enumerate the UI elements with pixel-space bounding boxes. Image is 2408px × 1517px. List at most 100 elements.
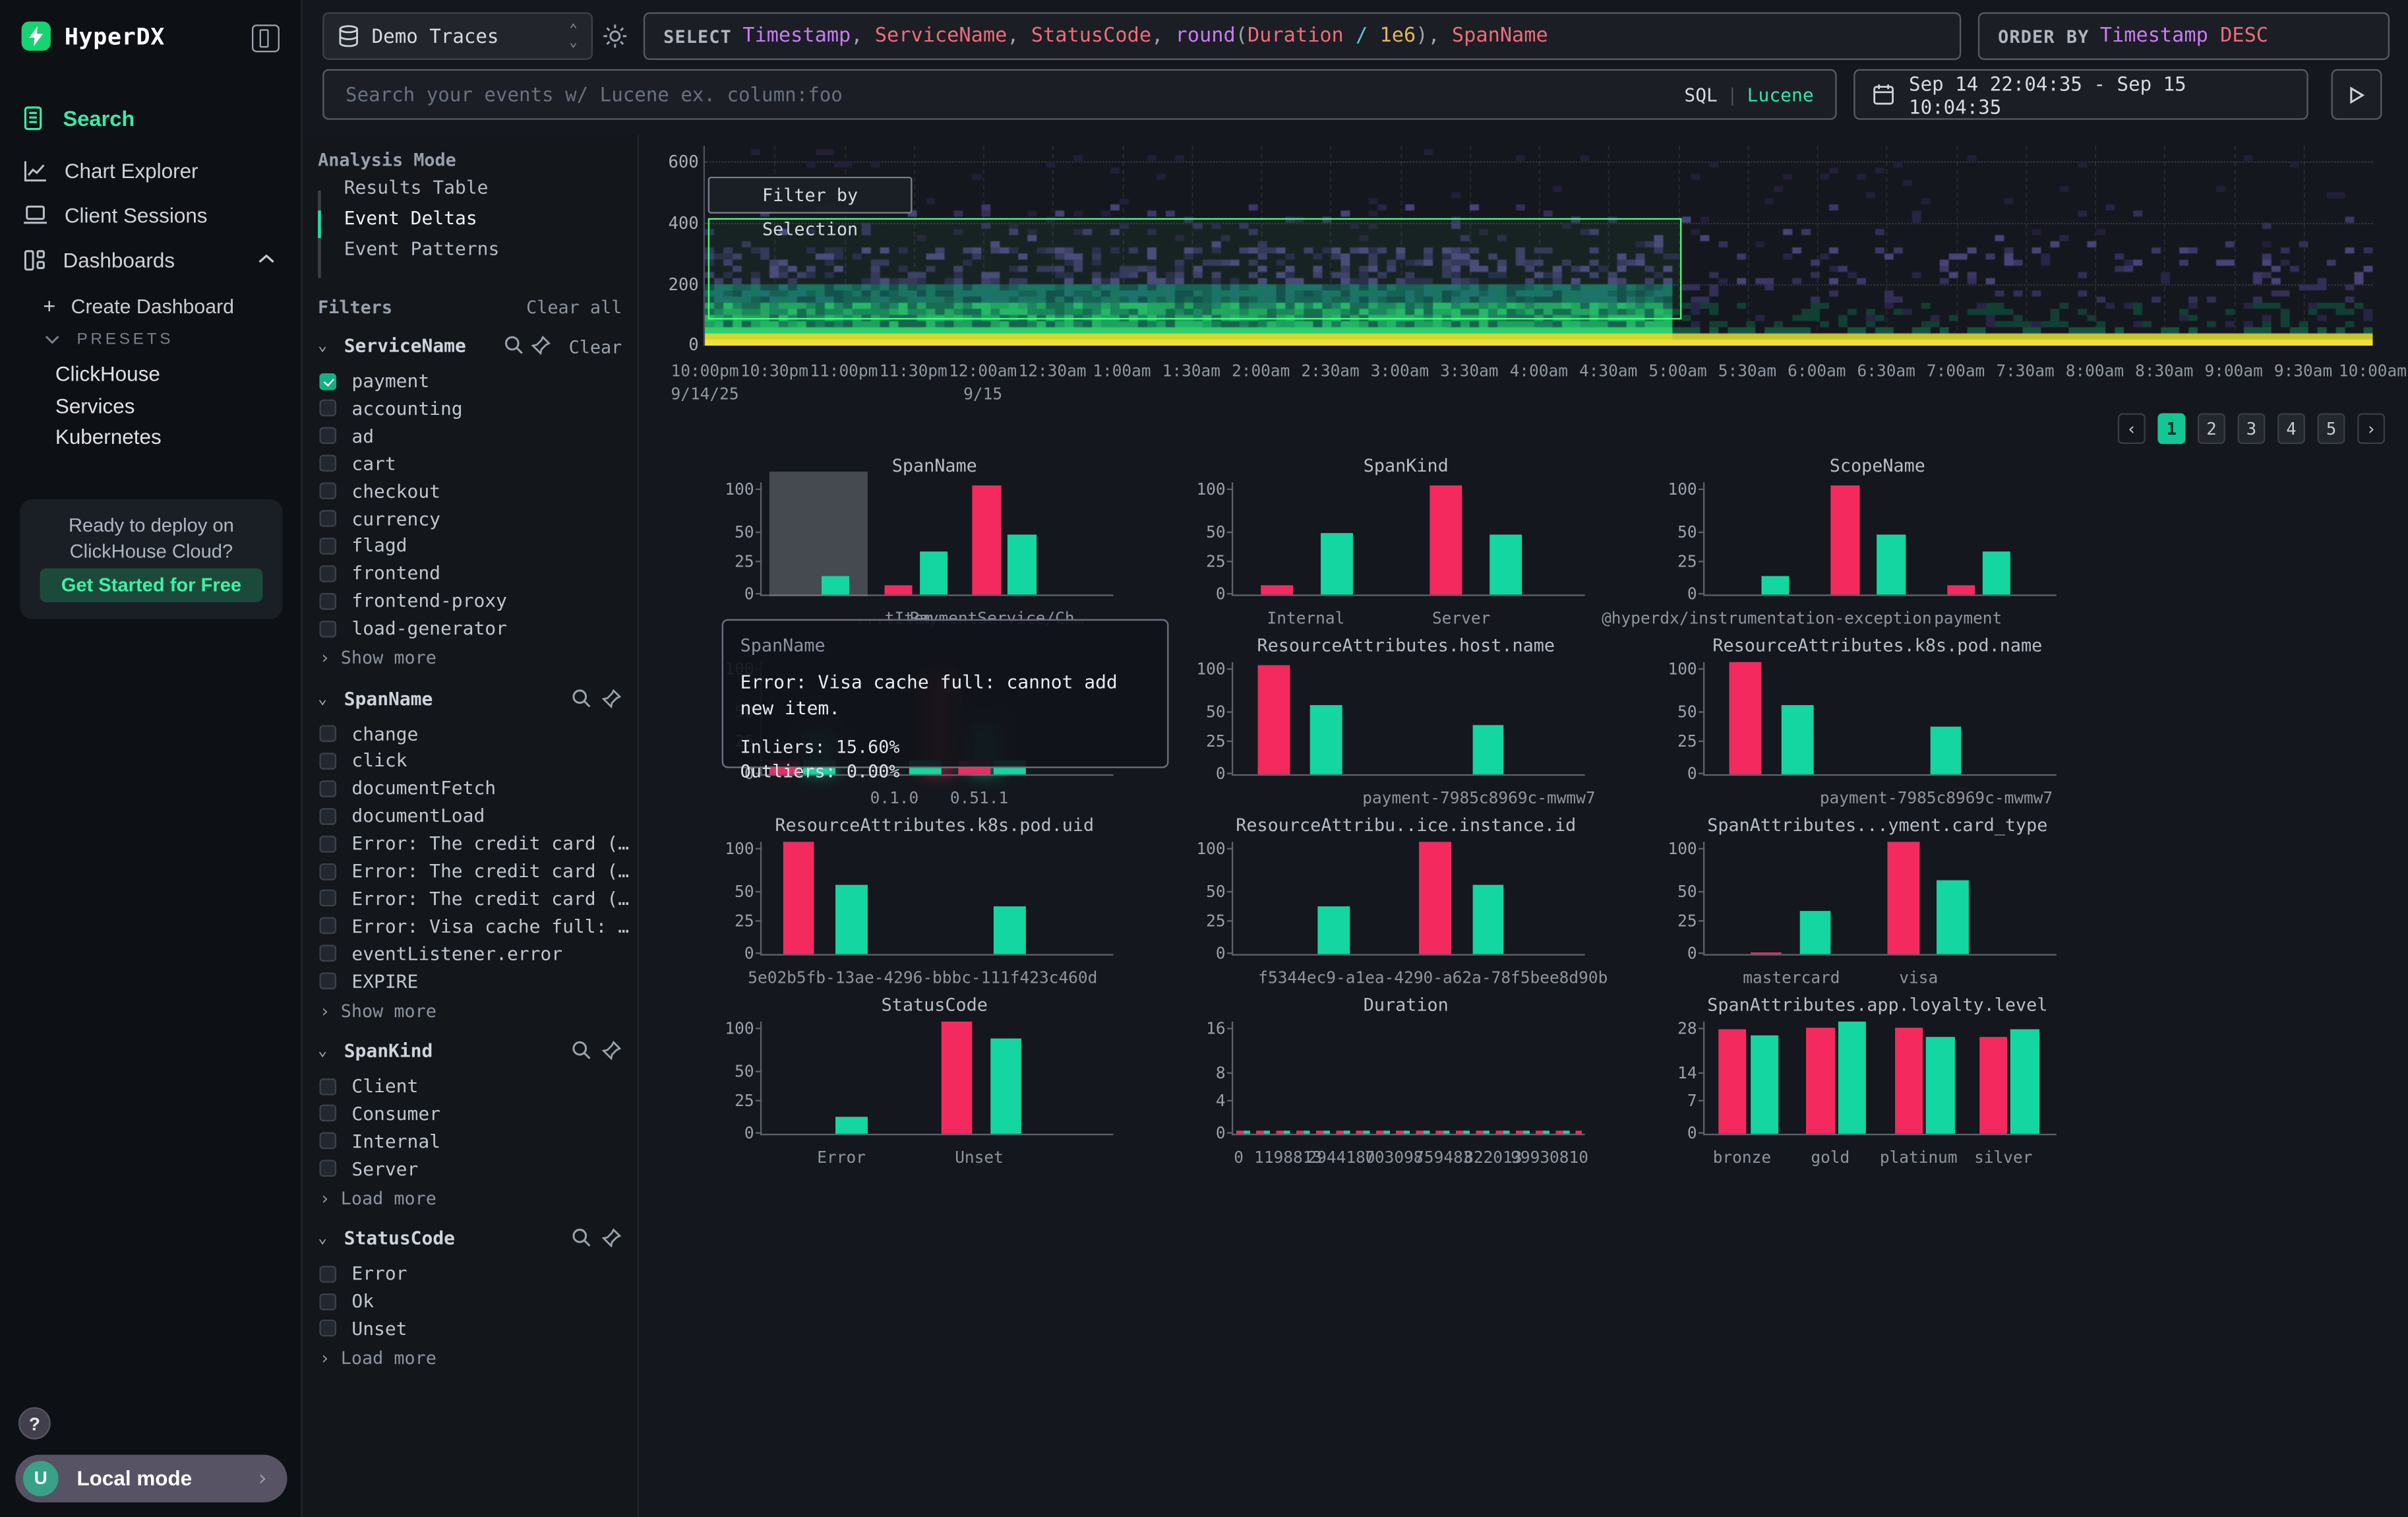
filter-checkbox-row[interactable]: ad	[319, 425, 374, 447]
inlier-bar[interactable]	[920, 551, 948, 594]
checkbox-unchecked[interactable]	[319, 725, 336, 742]
sidebar-item-search[interactable]: Search	[0, 98, 303, 139]
inlier-bar[interactable]	[1311, 704, 1342, 774]
get-started-button[interactable]: Get Started for Free	[40, 569, 263, 602]
filter-by-selection-button[interactable]: Filter by Selection	[708, 177, 913, 214]
mini-chart-StatusCode[interactable]: StatusCode10050250ErrorUnset	[699, 994, 1170, 1167]
filter-checkbox-row[interactable]: Error	[319, 1263, 407, 1285]
outlier-bar[interactable]	[1807, 1027, 1835, 1134]
checkbox-unchecked[interactable]	[319, 1265, 336, 1282]
mini-chart-SpanAttributes.app.loyalty.level[interactable]: SpanAttributes.app.loyalty.level281470br…	[1642, 994, 2113, 1167]
search-icon[interactable]	[504, 335, 524, 355]
chevron-down-icon[interactable]: ⌄	[318, 1043, 327, 1060]
checkbox-unchecked[interactable]	[319, 1132, 336, 1150]
checkbox-unchecked[interactable]	[319, 807, 336, 824]
checkbox-unchecked[interactable]	[319, 945, 336, 962]
inlier-bar[interactable]	[2010, 1030, 2039, 1134]
show-more-button[interactable]: › Show more	[319, 999, 436, 1021]
filter-checkbox-row[interactable]: currency	[319, 508, 440, 530]
outlier-bar[interactable]	[1261, 586, 1293, 595]
checkbox-checked[interactable]	[319, 373, 336, 390]
sidebar-preset-clickhouse[interactable]: ClickHouse	[55, 363, 160, 386]
inlier-bar[interactable]	[1799, 912, 1831, 954]
outlier-bar[interactable]	[1730, 662, 1761, 774]
checkbox-unchecked[interactable]	[319, 1078, 336, 1095]
pin-icon[interactable]	[602, 1227, 622, 1247]
filter-checkbox-row[interactable]: frontend	[319, 563, 440, 584]
mini-chart-SpanKind[interactable]: SpanKind10050250InternalServer	[1170, 454, 1642, 628]
checkbox-unchecked[interactable]	[319, 455, 336, 472]
filter-checkbox-row[interactable]: documentFetch	[319, 778, 496, 799]
mini-chart-ScopeName[interactable]: ScopeName10050250@hyperdx/instrumentatio…	[1642, 454, 2113, 628]
inlier-bar[interactable]	[1472, 725, 1504, 774]
checkbox-unchecked[interactable]	[319, 890, 336, 907]
checkbox-unchecked[interactable]	[319, 780, 336, 797]
chevron-up-icon[interactable]	[258, 253, 275, 264]
checkbox-unchecked[interactable]	[319, 1105, 336, 1123]
outlier-bar[interactable]	[1719, 1030, 1747, 1134]
help-button[interactable]: ?	[18, 1407, 51, 1439]
pin-icon[interactable]	[602, 1040, 622, 1060]
sidebar-item-client-sessions[interactable]: Client Sessions	[0, 195, 303, 235]
filter-checkbox-row[interactable]: change	[319, 723, 418, 745]
search-icon[interactable]	[571, 1040, 591, 1060]
analysis-mode-event-patterns[interactable]: Event Patterns	[344, 238, 500, 260]
inlier-bar[interactable]	[1937, 880, 1968, 954]
filter-checkbox-row[interactable]: Client	[319, 1075, 418, 1097]
filter-checkbox-row[interactable]: cart	[319, 452, 396, 474]
mini-chart-ResourceAttribu..ice.instance.id[interactable]: ResourceAttribu..ice.instance.id10050250…	[1170, 814, 1642, 987]
filter-checkbox-row[interactable]: flagd	[319, 535, 407, 557]
inlier-bar[interactable]	[835, 884, 867, 954]
inlier-bar[interactable]	[1490, 535, 1522, 594]
show-more-button[interactable]: › Show more	[319, 647, 436, 669]
lucene-toggle[interactable]: Lucene	[1747, 84, 1814, 106]
filter-checkbox-row[interactable]: Error: The credit card (…	[319, 833, 629, 855]
sidebar-preset-kubernetes[interactable]: Kubernetes	[55, 425, 162, 449]
pin-icon[interactable]	[602, 687, 622, 707]
clear-all-button[interactable]: Clear all	[526, 297, 622, 319]
checkbox-unchecked[interactable]	[319, 510, 336, 527]
inlier-bar[interactable]	[1472, 884, 1504, 954]
inlier-bar[interactable]	[1926, 1036, 1954, 1134]
local-mode-button[interactable]: U Local mode ›	[15, 1455, 287, 1502]
filter-checkbox-row[interactable]: accounting	[319, 398, 462, 419]
analysis-mode-event-deltas[interactable]: Event Deltas	[344, 207, 477, 229]
load-more-button[interactable]: › Load more	[319, 1187, 436, 1208]
filter-checkbox-row[interactable]: load-generator	[319, 618, 507, 640]
outlier-bar[interactable]	[1831, 485, 1859, 594]
order-by-input[interactable]: ORDER BY Timestamp DESC	[1978, 13, 2390, 60]
checkbox-unchecked[interactable]	[319, 1293, 336, 1310]
checkbox-unchecked[interactable]	[319, 973, 336, 990]
inlier-bar[interactable]	[990, 1038, 1022, 1134]
outlier-bar[interactable]	[1258, 666, 1290, 774]
inlier-bar[interactable]	[1761, 575, 1790, 594]
inlier-bar[interactable]	[1930, 727, 1962, 774]
outlier-bar[interactable]	[783, 842, 814, 954]
filter-checkbox-row[interactable]: EXPIRE	[319, 970, 418, 992]
filter-checkbox-row[interactable]: Error: Visa cache full: …	[319, 915, 629, 937]
checkbox-unchecked[interactable]	[319, 592, 336, 609]
filter-checkbox-row[interactable]: Unset	[319, 1318, 407, 1340]
inlier-bar[interactable]	[835, 1117, 867, 1133]
inlier-bar[interactable]	[822, 575, 850, 594]
filter-checkbox-row[interactable]: checkout	[319, 480, 440, 502]
checkbox-unchecked[interactable]	[319, 1160, 336, 1177]
page-button-4[interactable]: 4	[2277, 414, 2305, 445]
mini-chart-ResourceAttributes.host.name[interactable]: ResourceAttributes.host.name10050250paym…	[1170, 635, 1642, 808]
checkbox-unchecked[interactable]	[319, 1320, 336, 1338]
outlier-bar[interactable]	[1430, 485, 1462, 594]
checkbox-unchecked[interactable]	[319, 753, 336, 770]
sidebar-create-dashboard[interactable]: + Create Dashboard	[43, 294, 234, 318]
search-icon[interactable]	[571, 687, 591, 707]
outlier-bar[interactable]	[885, 586, 913, 595]
analysis-mode-results-table[interactable]: Results Table	[344, 177, 489, 199]
sidebar-preset-services[interactable]: Services	[55, 395, 135, 418]
search-input[interactable]: Search your events w/ Lucene ex. column:…	[322, 69, 1836, 120]
mini-chart-SpanAttributes...yment.card_type[interactable]: SpanAttributes...yment.card_type10050250…	[1642, 814, 2113, 987]
inlier-bar[interactable]	[1751, 1035, 1779, 1134]
inlier-bar[interactable]	[1782, 704, 1814, 774]
page-button-2[interactable]: 2	[2198, 414, 2225, 445]
checkbox-unchecked[interactable]	[319, 835, 336, 852]
page-prev-button[interactable]: ‹	[2118, 414, 2146, 445]
sidebar-item-chart-explorer[interactable]: Chart Explorer	[0, 150, 303, 191]
